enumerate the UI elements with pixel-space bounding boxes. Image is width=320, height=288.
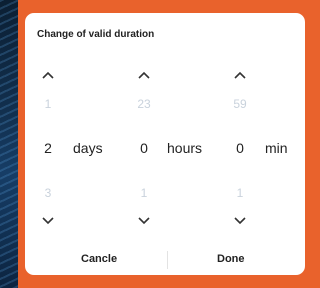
dialog-footer: Cancle Done xyxy=(25,245,305,275)
hours-current-value[interactable]: 0 xyxy=(129,140,159,156)
hours-unit-label: hours xyxy=(167,140,203,156)
minutes-current-value[interactable]: 0 xyxy=(225,140,255,156)
hours-picker: 23 0 1 xyxy=(129,65,159,235)
minutes-unit-label: min xyxy=(265,140,288,156)
minutes-chevron-up-icon[interactable] xyxy=(225,65,255,85)
desktop-wallpaper xyxy=(0,0,18,288)
dialog-title: Change of valid duration xyxy=(37,29,155,40)
done-button[interactable]: Done xyxy=(217,253,245,265)
days-current-value[interactable]: 2 xyxy=(33,140,63,156)
days-picker: 1 2 3 xyxy=(33,65,63,235)
hours-next-value[interactable]: 1 xyxy=(129,186,159,200)
hours-chevron-down-icon[interactable] xyxy=(129,211,159,231)
hours-prev-value[interactable]: 23 xyxy=(129,97,159,111)
days-chevron-down-icon[interactable] xyxy=(33,211,63,231)
minutes-prev-value[interactable]: 59 xyxy=(225,97,255,111)
days-prev-value[interactable]: 1 xyxy=(33,97,63,111)
minutes-picker: 59 0 1 xyxy=(225,65,255,235)
days-next-value[interactable]: 3 xyxy=(33,186,63,200)
minutes-next-value[interactable]: 1 xyxy=(225,186,255,200)
days-chevron-up-icon[interactable] xyxy=(33,65,63,85)
days-unit-label: days xyxy=(73,140,103,156)
minutes-chevron-down-icon[interactable] xyxy=(225,211,255,231)
duration-dialog: Change of valid duration 1 2 3 days 23 0… xyxy=(20,8,310,280)
cancel-button[interactable]: Cancle xyxy=(81,253,117,265)
hours-chevron-up-icon[interactable] xyxy=(129,65,159,85)
footer-divider xyxy=(167,251,168,269)
